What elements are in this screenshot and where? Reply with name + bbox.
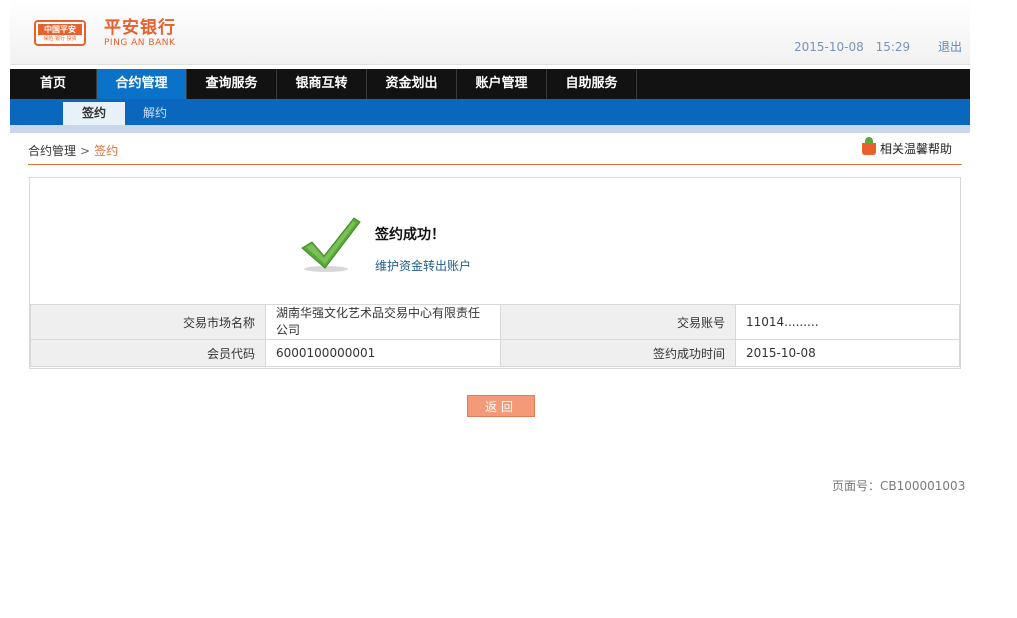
nav-item-account[interactable]: 账户管理 <box>457 69 547 99</box>
nav-item-withdraw[interactable]: 资金划出 <box>367 69 457 99</box>
nav-item-contract[interactable]: 合约管理 <box>97 69 187 99</box>
tab-sign[interactable]: 签约 <box>63 102 125 125</box>
sign-time-value: 2015-10-08 <box>735 339 960 367</box>
sign-time-label: 签约成功时间 <box>500 339 736 367</box>
table-row: 交易市场名称 湖南华强文化艺术品交易中心有限责任公司 交易账号 11014...… <box>30 304 960 340</box>
market-label: 交易市场名称 <box>30 304 266 340</box>
member-label: 会员代码 <box>30 339 266 367</box>
logo-cn: 平安银行 <box>104 18 176 38</box>
pingan-badge-logo: 中国平安 保险·银行·投资 <box>34 20 86 46</box>
flowerpot-icon <box>861 137 876 155</box>
header: 中国平安 保险·银行·投资 平安银行 PING AN BANK 2015-10-… <box>10 0 970 65</box>
date-text: 2015-10-08 <box>793 40 864 54</box>
subnav-stripe <box>10 125 970 133</box>
market-value: 湖南华强文化艺术品交易中心有限责任公司 <box>265 304 501 340</box>
result-panel: 签约成功！ 维护资金转出账户 交易市场名称 湖南华强文化艺术品交易中心有限责任公… <box>29 177 961 369</box>
help-label: 相关温馨帮助 <box>879 142 952 156</box>
sub-nav: 签约 解约 <box>10 99 970 125</box>
datetime: 2015-10-08 15:29 <box>794 40 914 54</box>
header-right: 2015-10-08 15:29 退出 <box>794 38 962 55</box>
time-text: 15:29 <box>875 40 911 54</box>
nav-item-selfservice[interactable]: 自助服务 <box>547 69 637 99</box>
logo-en: PING AN BANK <box>104 38 176 48</box>
page-number: 页面号：CB100001003 <box>832 479 966 493</box>
success-area: 签约成功！ 维护资金转出账户 <box>30 178 960 305</box>
title-rule <box>28 164 962 165</box>
checkmark-icon <box>301 217 361 272</box>
account-value: 11014......... <box>735 304 960 340</box>
help-link[interactable]: 相关温馨帮助 <box>861 137 952 157</box>
nav-item-home[interactable]: 首页 <box>10 69 97 99</box>
maintain-account-link[interactable]: 维护资金转出账户 <box>375 257 471 274</box>
info-table: 交易市场名称 湖南华强文化艺术品交易中心有限责任公司 交易账号 11014...… <box>30 304 960 367</box>
breadcrumb: 合约管理 > 签约 <box>28 142 118 159</box>
breadcrumb-separator: > <box>80 144 91 158</box>
success-title: 签约成功！ <box>375 227 445 243</box>
nav-item-transfer[interactable]: 银商互转 <box>277 69 367 99</box>
breadcrumb-current: 签约 <box>94 144 119 158</box>
nav-item-query[interactable]: 查询服务 <box>187 69 277 99</box>
bank-logo: 平安银行 PING AN BANK <box>104 18 176 48</box>
page-wrapper: 中国平安 保险·银行·投资 平安银行 PING AN BANK 2015-10-… <box>10 0 970 493</box>
back-button[interactable]: 返回 <box>467 395 535 417</box>
logo-badge-subtext: 保险·银行·投资 <box>43 36 77 42</box>
account-label: 交易账号 <box>500 304 736 340</box>
logout-link[interactable]: 退出 <box>938 40 962 54</box>
logo-badge-text: 中国平安 <box>38 24 82 35</box>
tab-unsign[interactable]: 解约 <box>125 102 185 125</box>
main-nav: 首页 合约管理 查询服务 银商互转 资金划出 账户管理 自助服务 <box>10 69 970 99</box>
table-row: 会员代码 6000100000001 签约成功时间 2015-10-08 <box>30 339 960 367</box>
member-value: 6000100000001 <box>265 339 501 367</box>
breadcrumb-parent[interactable]: 合约管理 <box>28 144 76 158</box>
